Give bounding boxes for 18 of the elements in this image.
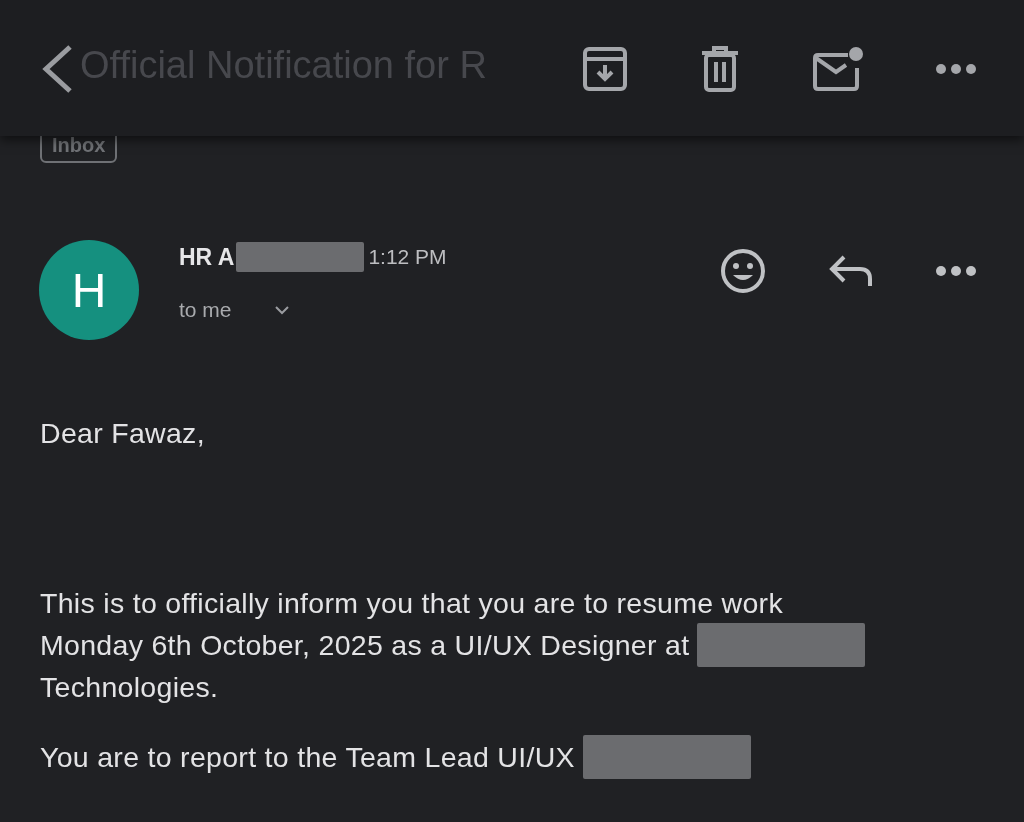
archive-icon[interactable]	[582, 46, 628, 92]
reply-icon[interactable]	[828, 254, 874, 288]
recipient: to me	[179, 298, 232, 322]
body-text: Technologies.	[40, 670, 219, 704]
time: 1:12 PM	[368, 245, 447, 269]
body-text: Dear Fawaz,	[40, 416, 205, 450]
more-icon[interactable]	[936, 266, 976, 276]
body-text: Monday 6th October, 2025 as a UI/UX Designer at	[40, 628, 690, 662]
emoji-icon[interactable]	[720, 248, 766, 294]
mail-unread-icon[interactable]	[812, 46, 864, 92]
delete-icon[interactable]	[700, 46, 740, 92]
back-icon[interactable]	[40, 44, 74, 94]
body-text: This is to officially inform you that you are to resume work	[40, 586, 783, 620]
chevron-down-icon[interactable]	[273, 305, 290, 315]
body-text: You are to report to the Team Lead UI/UX	[40, 740, 575, 774]
avatar: H	[39, 240, 139, 340]
sender-name: HR A	[179, 243, 235, 271]
more-icon[interactable]	[936, 64, 976, 74]
